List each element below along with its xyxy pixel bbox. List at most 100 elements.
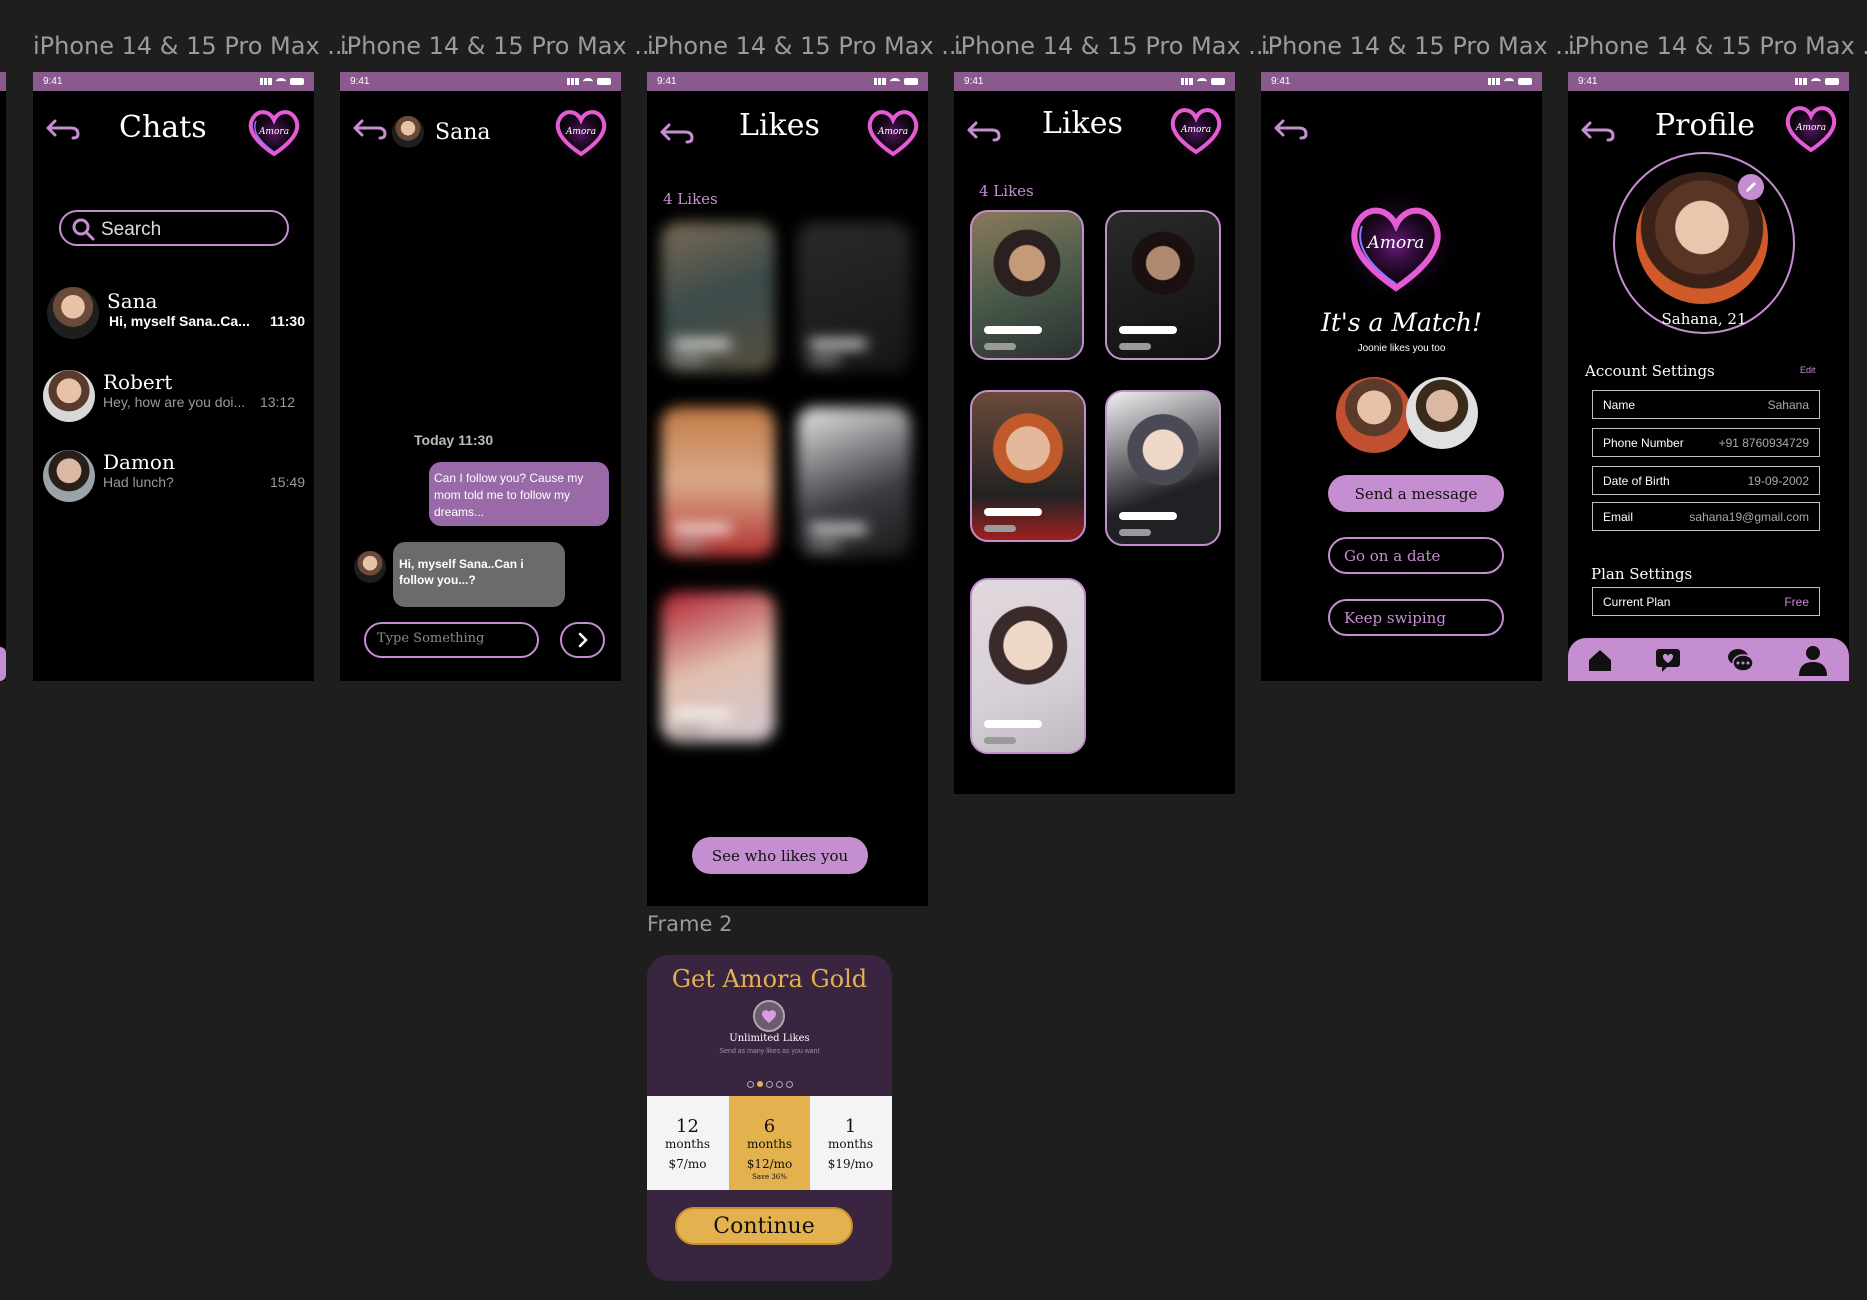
svg-text:Amora: Amora [1795,123,1826,133]
likes-revealed-screen: 9:41 Likes Amora 4 Likes [954,72,1235,794]
chat-item-robert[interactable]: Robert Hey, how are you doi... 13:12 [43,370,305,426]
keep-swiping-button[interactable]: Keep swiping [1328,599,1504,636]
like-card[interactable] [1105,390,1221,546]
phone-field[interactable]: Phone Number +91 8760934729 [1592,428,1820,457]
back-arrow-icon[interactable] [45,118,81,140]
email-field[interactable]: Email sahana19@gmail.com [1592,502,1820,531]
carousel-dot[interactable] [786,1081,793,1088]
amora-logo: Amora [1780,98,1842,160]
chat-item-sana[interactable]: Sana Hi, myself Sana..Ca... 11:30 [43,285,305,341]
chat-tab-icon[interactable] [1726,646,1754,674]
wifi-icon [1504,78,1514,85]
like-card-blurred[interactable] [797,407,911,557]
name-field[interactable]: Name Sahana [1592,390,1820,419]
back-arrow-icon[interactable] [352,118,388,140]
see-who-likes-you-button[interactable]: See who likes you [692,837,868,874]
amora-logo-large: Amora [1336,190,1456,300]
plan-settings-heading: Plan Settings [1591,565,1693,583]
contact-avatar [354,551,386,583]
like-card-blurred[interactable] [661,592,775,742]
frame-label: iPhone 14 & 15 Pro Max ... [1568,32,1867,60]
signal-icon [1488,78,1500,85]
likes-blurred-screen: 9:41 Likes Amora 4 Likes See who likes y… [647,72,928,906]
contact-name: Sana [435,120,491,145]
plan-number: 6 [763,1116,776,1137]
battery-icon [1211,78,1225,85]
signal-icon [260,78,272,85]
status-bar: 9:41 [33,72,314,91]
continue-button[interactable]: Continue [675,1207,853,1245]
chat-preview: Had lunch? [103,474,174,490]
amora-logo: Amora [243,102,305,164]
field-value: +91 8760934729 [1718,435,1809,450]
like-card[interactable] [1105,210,1221,360]
field-label: Date of Birth [1603,473,1670,488]
page-title: Likes [1042,106,1123,141]
battery-icon [904,78,918,85]
carousel-dot-active[interactable] [757,1081,763,1087]
dob-field[interactable]: Date of Birth 19-09-2002 [1592,466,1820,495]
plan-unit: months [827,1137,874,1151]
status-time: 9:41 [1271,76,1291,87]
feature-subtitle: Send as many likes as you want [719,1048,820,1055]
chat-time: 11:30 [269,313,305,329]
like-card[interactable] [970,210,1084,360]
plan-12-months[interactable]: 12 months $7/mo [647,1096,728,1190]
field-value: Sahana [1767,397,1809,412]
svg-text:Amora: Amora [1180,125,1211,135]
pricing-table: 12 months $7/mo 6 months $12/mo Save 36%… [647,1096,892,1190]
signal-icon [1795,78,1807,85]
date-stamp: Today 11:30 [414,432,494,448]
chat-preview: Hey, how are you doi... [103,394,246,410]
back-arrow-icon[interactable] [1580,120,1616,142]
profile-tab-icon[interactable] [1798,644,1828,676]
status-time: 9:41 [1578,76,1598,87]
send-message-button[interactable]: Send a message [1328,475,1504,512]
like-card-blurred[interactable] [661,407,775,557]
signal-icon [567,78,579,85]
status-time: 9:41 [964,76,984,87]
plan-savings: Save 36% [752,1173,787,1181]
likes-count: 4 Likes [979,182,1034,200]
field-label: Phone Number [1603,435,1684,450]
match-screen: 9:41 Amora It's a Match! Joonie likes yo… [1261,72,1542,681]
carousel-dot[interactable] [766,1081,773,1088]
plan-1-month[interactable]: 1 months $19/mo [810,1096,891,1190]
like-card[interactable] [970,578,1086,754]
plan-unit: months [664,1137,711,1151]
chat-item-damon[interactable]: Damon Had lunch? 15:49 [43,450,305,506]
current-plan-field[interactable]: Current Plan Free [1592,587,1820,616]
search-placeholder: Search [101,219,162,240]
field-value: sahana19@gmail.com [1689,509,1809,524]
carousel-dots [747,1081,793,1088]
frame-label: Frame 2 [647,912,733,936]
conversation-screen: 9:41 Sana Amora Today 11:30 Can I follow… [340,72,621,681]
plan-number: 12 [676,1116,699,1137]
plan-6-months[interactable]: 6 months $12/mo Save 36% [729,1096,810,1190]
profile-name-age: Sahana, 21 [1661,310,1747,328]
edit-link[interactable]: Edit [1800,365,1816,375]
home-icon[interactable] [1586,646,1614,674]
message-input[interactable]: Type Something [364,622,539,658]
chevron-right-icon [578,632,588,648]
battery-icon [597,78,611,85]
search-input[interactable]: Search [59,210,289,246]
send-button[interactable] [560,622,605,658]
chat-name: Damon [103,450,175,474]
likes-tab-icon[interactable] [1654,646,1682,674]
avatar [47,287,99,339]
carousel-dot[interactable] [747,1081,754,1088]
status-bar: 9:41 [340,72,621,91]
like-card-blurred[interactable] [661,222,775,372]
back-arrow-icon[interactable] [1273,118,1309,140]
svg-text:Amora: Amora [1366,233,1425,253]
go-on-date-button[interactable]: Go on a date [1328,537,1504,574]
like-card-blurred[interactable] [797,222,911,372]
carousel-dot[interactable] [776,1081,783,1088]
back-arrow-icon[interactable] [966,120,1002,142]
field-label: Email [1603,509,1634,524]
edit-photo-button[interactable] [1738,174,1764,200]
page-title: Likes [739,108,820,143]
back-arrow-icon[interactable] [659,122,695,144]
like-card[interactable] [970,390,1086,542]
